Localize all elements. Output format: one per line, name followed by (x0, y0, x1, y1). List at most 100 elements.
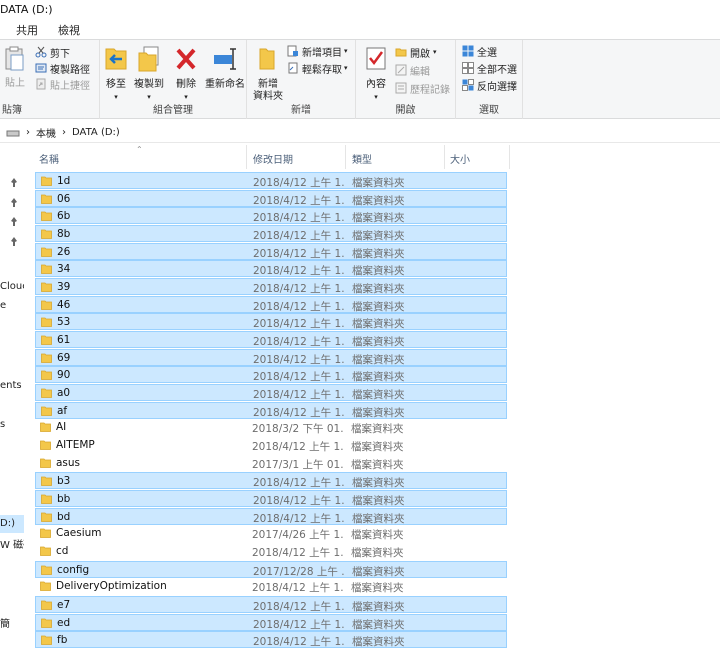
new-item-button[interactable]: 新增項目 ▾ (287, 43, 348, 59)
paste-button[interactable]: 貼上 (2, 46, 28, 90)
file-name: 39 (57, 281, 71, 294)
column-size[interactable]: 大小 (450, 151, 470, 166)
file-row[interactable]: bb 2018/4/12 上午 1... 檔案資料夾 (35, 490, 507, 508)
nav-item-s[interactable]: s (0, 419, 5, 430)
folder-icon (41, 388, 52, 398)
file-row[interactable]: 26 2018/4/12 上午 1... 檔案資料夾 (35, 242, 507, 260)
file-name: 53 (57, 316, 71, 329)
chevron-right-icon[interactable]: › (62, 127, 66, 138)
file-row[interactable]: Caesium 2017/4/26 上午 1... 檔案資料夾 (35, 525, 507, 542)
folder-icon (40, 440, 51, 450)
pin-icon[interactable] (10, 237, 18, 247)
file-row[interactable]: cd 2018/4/12 上午 1... 檔案資料夾 (35, 543, 507, 560)
file-row[interactable]: 1d 2018/4/12 上午 1... 檔案資料夾 (35, 172, 507, 189)
file-row[interactable]: b3 2018/4/12 上午 1... 檔案資料夾 (35, 472, 507, 490)
nav-item-jian[interactable]: 簡 (0, 615, 10, 630)
new-item-dropdown-icon: ▾ (344, 47, 348, 55)
file-row[interactable]: ed 2018/4/12 上午 1... 檔案資料夾 (35, 613, 507, 631)
breadcrumb-drive[interactable]: DATA (D:) (72, 127, 120, 138)
select-none-icon (462, 62, 474, 74)
paste-shortcut-label: 貼上捷徑 (50, 80, 90, 92)
file-date: 2018/4/12 上午 1... (253, 618, 345, 631)
file-row[interactable]: af 2018/4/12 上午 1... 檔案資料夾 (35, 401, 507, 419)
nav-item-documents[interactable]: ents (0, 380, 22, 391)
file-row[interactable]: 06 2018/4/12 上午 1... 檔案資料夾 (35, 189, 507, 207)
invert-selection-button[interactable]: 反向選擇 (462, 77, 517, 93)
file-row[interactable]: 34 2018/4/12 上午 1... 檔案資料夾 (35, 260, 507, 278)
column-date[interactable]: 修改日期 (253, 151, 293, 166)
file-date: 2018/4/12 上午 1... (253, 177, 345, 189)
file-type: 檔案資料夾 (352, 265, 405, 278)
file-row[interactable]: DeliveryOptimization 2018/4/12 上午 1... 檔案資… (35, 578, 507, 595)
column-type[interactable]: 類型 (352, 151, 372, 166)
column-name[interactable]: 名稱 (39, 151, 59, 166)
file-date: 2018/4/12 上午 1... (253, 212, 345, 225)
file-row[interactable]: 46 2018/4/12 上午 1... 檔案資料夾 (35, 295, 507, 313)
file-row[interactable]: AI 2018/3/2 下午 01... 檔案資料夾 (35, 419, 507, 436)
new-folder-button[interactable]: 新增 資料夾 (253, 45, 283, 103)
file-row[interactable]: 39 2018/4/12 上午 1... 檔案資料夾 (35, 278, 507, 296)
file-type: 檔案資料夾 (352, 512, 405, 525)
file-type: 檔案資料夾 (352, 336, 405, 349)
column-divider[interactable] (246, 145, 247, 169)
open-button[interactable]: 開啟 ▾ (395, 44, 437, 60)
select-all-label: 全選 (477, 47, 497, 59)
column-divider[interactable] (345, 145, 346, 169)
copy-to-button[interactable]: 複製到 ▾ (132, 45, 166, 103)
file-date: 2018/4/12 上午 1... (253, 318, 345, 331)
paste-icon (5, 46, 24, 71)
easy-access-button[interactable]: 輕鬆存取 ▾ (287, 60, 348, 76)
pin-icon[interactable] (10, 198, 18, 208)
file-row[interactable]: config 2017/12/28 上午 ... 檔案資料夾 (35, 560, 507, 578)
select-all-button[interactable]: 全選 (462, 43, 497, 59)
file-row[interactable]: asus 2017/3/1 上午 01... 檔案資料夾 (35, 455, 507, 472)
nav-item-e[interactable]: e (0, 300, 6, 311)
file-row[interactable]: e7 2018/4/12 上午 1... 檔案資料夾 (35, 596, 507, 614)
nav-item-icloud[interactable]: Clouc (0, 281, 24, 292)
edit-button[interactable]: 編輯 (395, 62, 430, 78)
column-divider[interactable] (444, 145, 445, 169)
breadcrumb-this-pc[interactable]: 本機 (36, 125, 56, 140)
copy-path-button[interactable]: 複製路徑 (35, 60, 90, 76)
pin-icon[interactable] (10, 178, 18, 188)
file-row[interactable]: 8b 2018/4/12 上午 1... 檔案資料夾 (35, 225, 507, 242)
history-button[interactable]: 歷程記錄 (395, 80, 450, 96)
file-row[interactable]: 90 2018/4/12 上午 1... 檔案資料夾 (35, 366, 507, 384)
pin-icon[interactable] (10, 217, 18, 227)
file-row[interactable]: a0 2018/4/12 上午 1... 檔案資料夾 (35, 384, 507, 402)
rename-button[interactable]: 重新命名 (203, 45, 247, 91)
tab-share[interactable]: 共用 (16, 22, 38, 38)
folder-icon (41, 264, 52, 275)
file-row[interactable]: AITEMP 2018/4/12 上午 1... 檔案資料夾 (35, 437, 507, 454)
cut-button[interactable]: 剪下 (35, 44, 70, 60)
paste-label: 貼上 (5, 78, 25, 89)
nav-item-drive-d[interactable]: D:) (0, 515, 24, 533)
file-row[interactable]: 61 2018/4/12 上午 1... 檔案資料夾 (35, 331, 507, 349)
navigation-pane: Clouc e ents s D:) W 磁碟 簡 (0, 143, 24, 658)
file-row[interactable]: bd 2018/4/12 上午 1... 檔案資料夾 (35, 507, 507, 525)
properties-button[interactable]: 內容 ▾ (362, 45, 390, 103)
delete-button[interactable]: 刪除 ▾ (173, 45, 199, 103)
file-name: 90 (57, 369, 71, 382)
tab-view[interactable]: 檢視 (58, 22, 80, 38)
file-type: 檔案資料夾 (351, 441, 404, 454)
move-to-button[interactable]: 移至 ▾ (103, 45, 129, 103)
chevron-right-icon[interactable]: › (26, 127, 30, 138)
column-divider[interactable] (509, 145, 510, 169)
address-bar[interactable]: › 本機 › DATA (D:) (0, 120, 720, 143)
edit-icon (395, 64, 407, 76)
select-none-button[interactable]: 全部不選 (462, 60, 517, 76)
file-type: 檔案資料夾 (352, 212, 405, 225)
easy-access-label: 輕鬆存取 (302, 64, 342, 76)
file-row[interactable]: 6b 2018/4/12 上午 1... 檔案資料夾 (35, 207, 507, 225)
file-type: 檔案資料夾 (352, 177, 405, 189)
file-row[interactable]: 53 2018/4/12 上午 1... 檔案資料夾 (35, 313, 507, 331)
paste-shortcut-button[interactable]: 貼上捷徑 (35, 76, 90, 92)
file-name: ed (57, 616, 71, 629)
nav-item-w-disk[interactable]: W 磁碟 (0, 536, 24, 551)
file-date: 2018/4/12 上午 1... (253, 247, 345, 260)
rename-label: 重新命名 (205, 79, 245, 90)
file-row[interactable]: fb 2018/4/12 上午 1... 檔案資料夾 (35, 631, 507, 649)
file-date: 2017/4/26 上午 1... (252, 529, 344, 542)
file-row[interactable]: 69 2018/4/12 上午 1... 檔案資料夾 (35, 348, 507, 366)
